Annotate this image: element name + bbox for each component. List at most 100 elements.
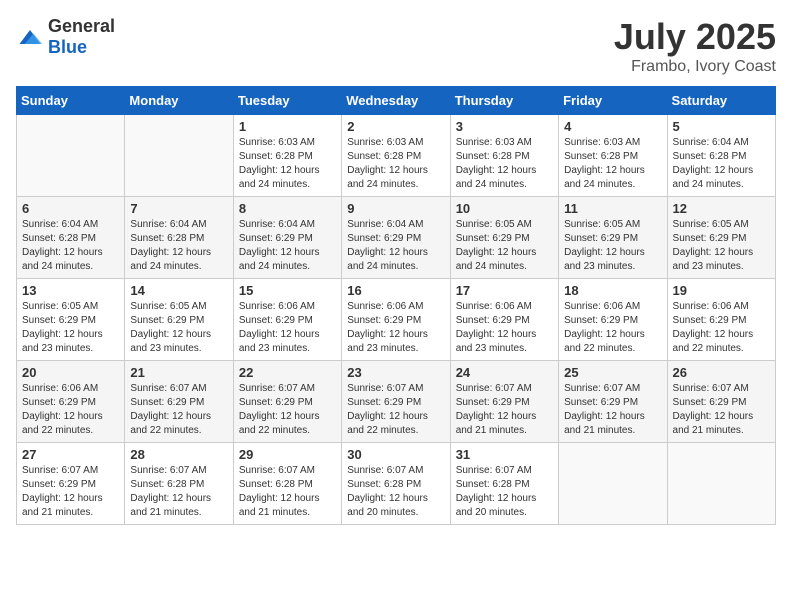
day-number: 5 [673,119,770,134]
day-number: 10 [456,201,553,216]
day-info: Sunrise: 6:07 AMSunset: 6:29 PMDaylight:… [564,382,661,438]
day-cell: 24 Sunrise: 6:07 AMSunset: 6:29 PMDayligh… [450,361,558,443]
day-info: Sunrise: 6:04 AMSunset: 6:29 PMDaylight:… [347,218,444,274]
logo-icon [16,23,44,51]
day-info: Sunrise: 6:05 AMSunset: 6:29 PMDaylight:… [456,218,553,274]
day-cell: 2 Sunrise: 6:03 AMSunset: 6:28 PMDaylight… [342,115,450,197]
logo-general: General [48,16,115,36]
col-header-tuesday: Tuesday [233,87,341,115]
day-number: 21 [130,365,227,380]
day-info: Sunrise: 6:07 AMSunset: 6:29 PMDaylight:… [130,382,227,438]
day-number: 22 [239,365,336,380]
day-info: Sunrise: 6:06 AMSunset: 6:29 PMDaylight:… [673,300,770,356]
day-number: 24 [456,365,553,380]
title-block: July 2025 Frambo, Ivory Coast [614,16,776,76]
col-header-sunday: Sunday [17,87,125,115]
day-number: 25 [564,365,661,380]
day-info: Sunrise: 6:07 AMSunset: 6:28 PMDaylight:… [130,464,227,520]
col-header-thursday: Thursday [450,87,558,115]
week-row-5: 27Sunrise: 6:07 AMSunset: 6:29 PMDayligh… [17,443,776,525]
day-cell: 23 Sunrise: 6:07 AMSunset: 6:29 PMDayligh… [342,361,450,443]
day-number: 27 [22,447,119,462]
day-cell: 26 Sunrise: 6:07 AMSunset: 6:29 PMDayligh… [667,361,775,443]
week-row-3: 13 Sunrise: 6:05 AMSunset: 6:29 PMDayligh… [17,279,776,361]
day-cell: 25 Sunrise: 6:07 AMSunset: 6:29 PMDayligh… [559,361,667,443]
day-number: 20 [22,365,119,380]
day-number: 2 [347,119,444,134]
day-info: Sunrise: 6:07 AMSunset: 6:28 PMDaylight:… [347,464,444,520]
day-number: 17 [456,283,553,298]
day-number: 23 [347,365,444,380]
day-cell [559,443,667,525]
day-info: Sunrise: 6:06 AMSunset: 6:29 PMDaylight:… [564,300,661,356]
day-info: Sunrise: 6:06 AMSunset: 6:29 PMDaylight:… [456,300,553,356]
day-cell: 3 Sunrise: 6:03 AMSunset: 6:28 PMDaylight… [450,115,558,197]
day-number: 13 [22,283,119,298]
day-cell: 17 Sunrise: 6:06 AMSunset: 6:29 PMDayligh… [450,279,558,361]
calendar: SundayMondayTuesdayWednesdayThursdayFrid… [16,86,776,525]
day-info: Sunrise: 6:06 AMSunset: 6:29 PMDaylight:… [22,382,119,438]
day-cell: 13Sunrise: 6:05 AMSunset: 6:29 PMDayligh… [17,279,125,361]
header-row: SundayMondayTuesdayWednesdayThursdayFrid… [17,87,776,115]
day-number: 7 [130,201,227,216]
day-cell: 10 Sunrise: 6:05 AMSunset: 6:29 PMDayligh… [450,197,558,279]
day-cell: 15 Sunrise: 6:06 AMSunset: 6:29 PMDayligh… [233,279,341,361]
subtitle: Frambo, Ivory Coast [614,58,776,76]
col-header-saturday: Saturday [667,87,775,115]
day-cell: 7 Sunrise: 6:04 AMSunset: 6:28 PMDaylight… [125,197,233,279]
day-info: Sunrise: 6:04 AMSunset: 6:28 PMDaylight:… [130,218,227,274]
day-cell: 8Sunrise: 6:04 AMSunset: 6:29 PMDaylight… [233,197,341,279]
day-number: 19 [673,283,770,298]
day-cell: 11Sunrise: 6:05 AMSunset: 6:29 PMDayligh… [559,197,667,279]
day-cell: 5Sunrise: 6:04 AMSunset: 6:28 PMDaylight… [667,115,775,197]
header: General Blue July 2025 Frambo, Ivory Coa… [16,16,776,76]
week-row-2: 6 Sunrise: 6:04 AMSunset: 6:28 PMDaylight… [17,197,776,279]
day-number: 29 [239,447,336,462]
day-number: 15 [239,283,336,298]
logo: General Blue [16,16,115,58]
col-header-friday: Friday [559,87,667,115]
day-number: 16 [347,283,444,298]
day-info: Sunrise: 6:07 AMSunset: 6:29 PMDaylight:… [347,382,444,438]
day-number: 1 [239,119,336,134]
day-info: Sunrise: 6:04 AMSunset: 6:29 PMDaylight:… [239,218,336,274]
day-number: 3 [456,119,553,134]
day-number: 6 [22,201,119,216]
day-info: Sunrise: 6:03 AMSunset: 6:28 PMDaylight:… [564,136,661,192]
day-number: 9 [347,201,444,216]
day-info: Sunrise: 6:03 AMSunset: 6:28 PMDaylight:… [456,136,553,192]
day-cell: 22Sunrise: 6:07 AMSunset: 6:29 PMDayligh… [233,361,341,443]
day-cell: 21 Sunrise: 6:07 AMSunset: 6:29 PMDayligh… [125,361,233,443]
day-cell: 31Sunrise: 6:07 AMSunset: 6:28 PMDayligh… [450,443,558,525]
day-number: 18 [564,283,661,298]
week-row-4: 20 Sunrise: 6:06 AMSunset: 6:29 PMDayligh… [17,361,776,443]
day-info: Sunrise: 6:07 AMSunset: 6:29 PMDaylight:… [456,382,553,438]
day-cell [17,115,125,197]
day-info: Sunrise: 6:05 AMSunset: 6:29 PMDaylight:… [564,218,661,274]
col-header-monday: Monday [125,87,233,115]
day-cell: 4Sunrise: 6:03 AMSunset: 6:28 PMDaylight… [559,115,667,197]
day-number: 14 [130,283,227,298]
day-info: Sunrise: 6:06 AMSunset: 6:29 PMDaylight:… [239,300,336,356]
day-info: Sunrise: 6:04 AMSunset: 6:28 PMDaylight:… [22,218,119,274]
day-info: Sunrise: 6:03 AMSunset: 6:28 PMDaylight:… [347,136,444,192]
day-info: Sunrise: 6:07 AMSunset: 6:29 PMDaylight:… [673,382,770,438]
logo-text: General Blue [48,16,115,58]
day-cell: 19 Sunrise: 6:06 AMSunset: 6:29 PMDayligh… [667,279,775,361]
day-info: Sunrise: 6:05 AMSunset: 6:29 PMDaylight:… [673,218,770,274]
day-number: 26 [673,365,770,380]
day-cell: 9 Sunrise: 6:04 AMSunset: 6:29 PMDaylight… [342,197,450,279]
day-cell: 18 Sunrise: 6:06 AMSunset: 6:29 PMDayligh… [559,279,667,361]
week-row-1: 1 Sunrise: 6:03 AMSunset: 6:28 PMDaylight… [17,115,776,197]
day-cell: 29 Sunrise: 6:07 AMSunset: 6:28 PMDayligh… [233,443,341,525]
day-number: 28 [130,447,227,462]
day-cell: 20 Sunrise: 6:06 AMSunset: 6:29 PMDayligh… [17,361,125,443]
day-number: 30 [347,447,444,462]
day-number: 12 [673,201,770,216]
day-cell: 14 Sunrise: 6:05 AMSunset: 6:29 PMDayligh… [125,279,233,361]
day-cell: 6 Sunrise: 6:04 AMSunset: 6:28 PMDaylight… [17,197,125,279]
day-info: Sunrise: 6:05 AMSunset: 6:29 PMDaylight:… [130,300,227,356]
day-info: Sunrise: 6:07 AMSunset: 6:28 PMDaylight:… [239,464,336,520]
col-header-wednesday: Wednesday [342,87,450,115]
main-title: July 2025 [614,16,776,58]
